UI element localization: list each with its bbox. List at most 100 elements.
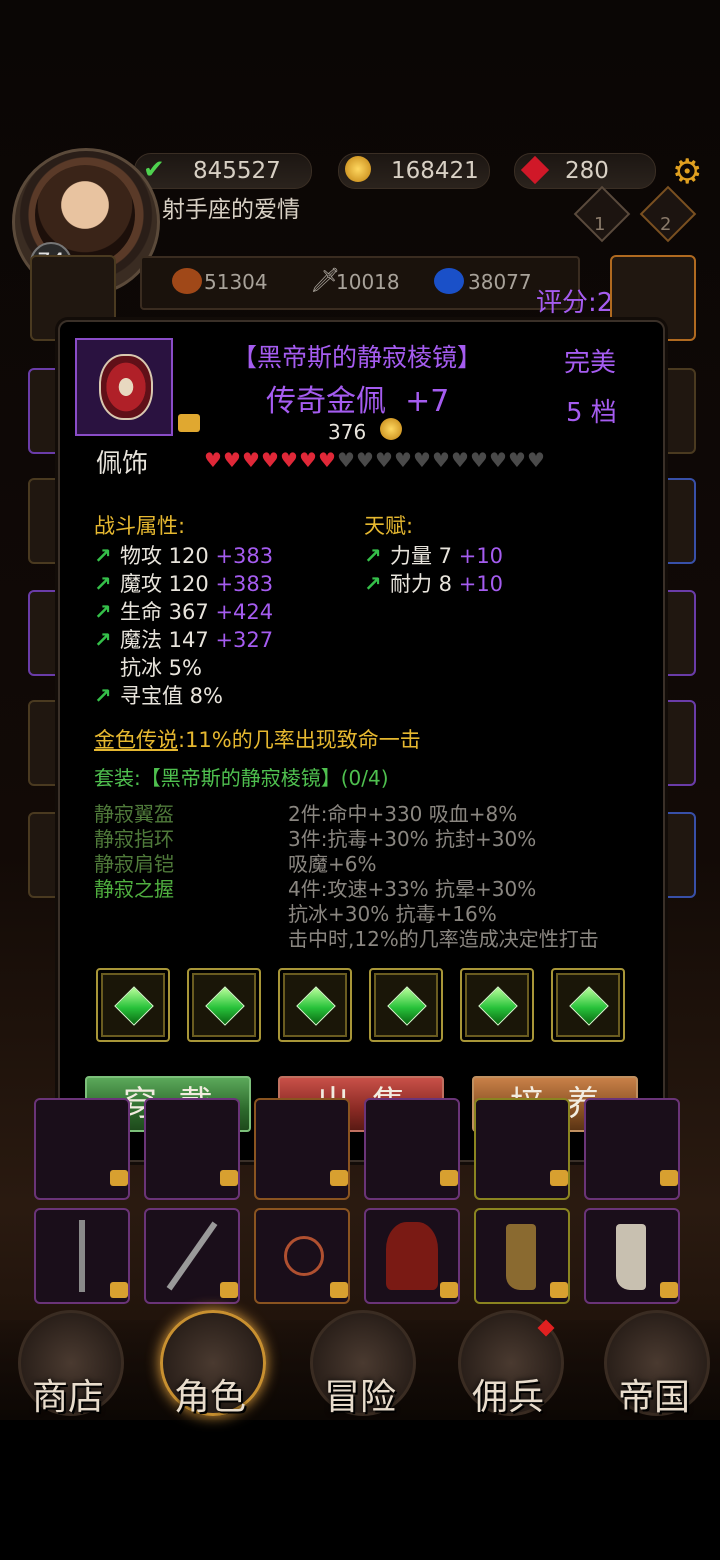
heart-filled-icon: ♥ bbox=[280, 448, 298, 472]
stat-name: 寻宝值 8% bbox=[120, 684, 223, 708]
up-arrow-icon: ↗ bbox=[94, 628, 112, 652]
nav-label: 冒险 bbox=[323, 1377, 396, 1418]
green-gem-icon bbox=[569, 986, 609, 1026]
nav-label: 角色 bbox=[173, 1377, 246, 1418]
talent-bonus: +10 bbox=[452, 544, 504, 568]
lock-icon bbox=[110, 1282, 128, 1298]
mana-icon bbox=[434, 268, 464, 294]
lock-icon bbox=[660, 1170, 678, 1186]
ruby-icon bbox=[520, 155, 550, 185]
nav-item-0[interactable]: 商店 bbox=[18, 1310, 124, 1420]
legend-text: :11%的几率出现致命一击 bbox=[178, 728, 421, 752]
stat-name: 抗冰 5% bbox=[120, 656, 202, 680]
heart-empty-icon: ♥ bbox=[394, 448, 412, 472]
up-arrow-icon: ↗ bbox=[364, 572, 382, 596]
item-enhance: +7 bbox=[405, 384, 450, 419]
heart-filled-icon: ♥ bbox=[299, 448, 317, 472]
cloak-icon bbox=[386, 1222, 438, 1290]
heart-filled-icon: ♥ bbox=[318, 448, 336, 472]
lock-icon bbox=[220, 1282, 238, 1298]
heart-filled-icon: ♥ bbox=[204, 448, 222, 472]
set-title: 套装:【黑帝斯的静寂棱镜】(0/4) bbox=[94, 766, 389, 790]
gold-coin-icon bbox=[345, 156, 371, 182]
nav-item-1[interactable]: 角色 bbox=[160, 1310, 266, 1420]
talent-name: 耐力 8 bbox=[390, 572, 453, 596]
heart-filled-icon: ♥ bbox=[261, 448, 279, 472]
stat-bonus: +327 bbox=[208, 628, 274, 652]
lock-icon bbox=[550, 1170, 568, 1186]
rank-badge-1-label: 1 bbox=[594, 214, 606, 235]
stat-bonus: +383 bbox=[208, 544, 274, 568]
item-icon-frame bbox=[75, 338, 173, 436]
food-value: 51304 bbox=[204, 270, 268, 294]
sword-icon bbox=[166, 1221, 218, 1291]
dagger-icon bbox=[79, 1220, 85, 1292]
gem-socket[interactable] bbox=[460, 968, 534, 1042]
mana-value: 38077 bbox=[468, 270, 532, 294]
necklace-icon bbox=[284, 1236, 324, 1276]
heart-empty-icon: ♥ bbox=[527, 448, 545, 472]
food-icon bbox=[172, 268, 202, 294]
gold-coin-icon bbox=[380, 418, 402, 440]
combat-stat-row: ↗ 生命 367 +424 bbox=[94, 596, 273, 626]
heart-empty-icon: ♥ bbox=[451, 448, 469, 472]
gem-socket[interactable] bbox=[278, 968, 352, 1042]
set-bonus-line: 击中时,12%的几率造成决定性打击 bbox=[288, 927, 599, 951]
heart-empty-icon: ♥ bbox=[375, 448, 393, 472]
item-name: 【黑帝斯的静寂棱镜】 bbox=[232, 343, 483, 372]
gem-socket[interactable] bbox=[96, 968, 170, 1042]
lock-icon bbox=[440, 1282, 458, 1298]
gem-socket[interactable] bbox=[551, 968, 625, 1042]
lock-icon[interactable] bbox=[178, 414, 200, 432]
exp-value: 845527 bbox=[193, 158, 281, 184]
green-gem-icon bbox=[296, 986, 336, 1026]
nav-label: 帝国 bbox=[617, 1377, 690, 1418]
up-arrow-icon: ↗ bbox=[94, 684, 112, 708]
heart-empty-icon: ♥ bbox=[470, 448, 488, 472]
bottom-nav: 商店 角色 冒险 佣兵 帝国 bbox=[0, 1310, 720, 1420]
green-gem-icon bbox=[114, 986, 154, 1026]
lock-icon bbox=[330, 1170, 348, 1186]
talent-name: 力量 7 bbox=[390, 544, 453, 568]
item-slot-label: 佩饰 bbox=[96, 449, 149, 479]
up-arrow-icon: ↗ bbox=[364, 544, 382, 568]
up-arrow-icon: ↗ bbox=[94, 544, 112, 568]
gold-resource: 168421 bbox=[338, 153, 490, 189]
settings-gear-icon[interactable]: ⚙ bbox=[672, 152, 702, 192]
item-type-line: 传奇金佩 +7 bbox=[266, 376, 449, 420]
combat-stat-row: ↗ 物攻 120 +383 bbox=[94, 540, 273, 570]
exp-resource: ✔ 845527 bbox=[134, 153, 312, 189]
item-tier: 5 档 bbox=[566, 398, 617, 428]
talent-row: ↗ 耐力 8 +10 bbox=[364, 568, 503, 598]
stat-bonus: +424 bbox=[208, 600, 274, 624]
item-quality: 完美 bbox=[564, 348, 617, 378]
nav-item-4[interactable]: 帝国 bbox=[604, 1310, 710, 1420]
talent-row: ↗ 力量 7 +10 bbox=[364, 540, 503, 570]
gem-socket[interactable] bbox=[369, 968, 443, 1042]
lock-icon bbox=[330, 1282, 348, 1298]
legend-line: 金色传说:11%的几率出现致命一击 bbox=[94, 724, 421, 754]
stat-name: 生命 367 bbox=[120, 600, 209, 624]
lock-icon bbox=[660, 1282, 678, 1298]
heart-filled-icon: ♥ bbox=[242, 448, 260, 472]
up-arrow-icon: ↗ bbox=[94, 572, 112, 596]
item-price: 376 bbox=[328, 420, 367, 444]
combat-stat-row: ↗ 寻宝值 8% bbox=[94, 680, 223, 710]
green-gem-icon bbox=[478, 986, 518, 1026]
lock-icon bbox=[110, 1170, 128, 1186]
legend-label[interactable]: 金色传说 bbox=[94, 728, 178, 752]
nav-item-2[interactable]: 冒险 bbox=[310, 1310, 416, 1420]
gem-socket[interactable] bbox=[187, 968, 261, 1042]
stat-bonus: +383 bbox=[208, 572, 274, 596]
up-arrow-icon: ↗ bbox=[94, 600, 112, 624]
talent-title: 天赋: bbox=[364, 514, 414, 538]
heart-empty-icon: ♥ bbox=[508, 448, 526, 472]
heart-empty-icon: ♥ bbox=[337, 448, 355, 472]
heart-filled-icon: ♥ bbox=[223, 448, 241, 472]
item-type: 传奇金佩 bbox=[266, 384, 386, 419]
combat-stat-row: ↗ 魔攻 120 +383 bbox=[94, 568, 273, 598]
heart-empty-icon: ♥ bbox=[432, 448, 450, 472]
pendant-icon bbox=[99, 354, 153, 420]
talent-bonus: +10 bbox=[452, 572, 504, 596]
stat-name: 物攻 120 bbox=[120, 544, 209, 568]
